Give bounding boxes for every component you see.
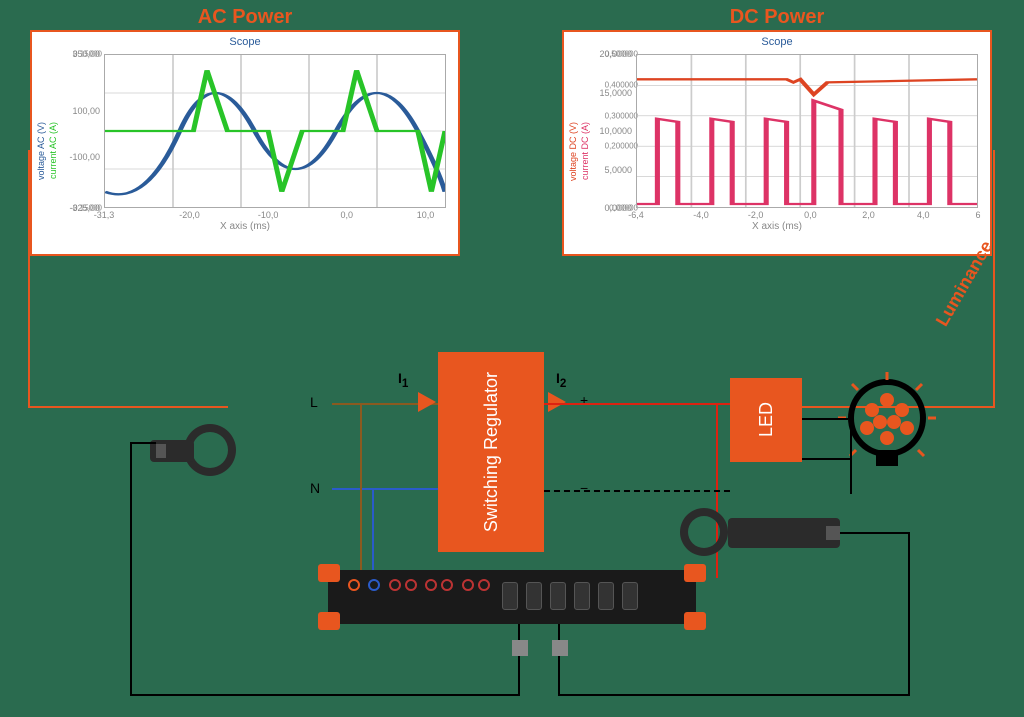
ac-scope: AC Power Scope voltage AC (V) current AC… xyxy=(30,30,460,256)
clamp1-lead-v xyxy=(130,442,156,444)
wire-n-down xyxy=(372,488,374,578)
wire-l-down xyxy=(360,403,362,578)
wire-dc-minus xyxy=(544,490,730,492)
ac-title: AC Power xyxy=(32,6,458,29)
ac-y2-label: current AC (A) xyxy=(48,122,58,179)
dc-y2-ticks: 0,00000 0,200000 0,300000 0,400000 0,500… xyxy=(604,54,638,208)
wire-led-minus xyxy=(802,458,852,460)
daq-device xyxy=(328,570,696,624)
label-l: L xyxy=(310,394,318,410)
clamp2-lead-b xyxy=(558,694,910,696)
dc-y2-label: current DC (A) xyxy=(580,122,590,180)
plug-cube-2 xyxy=(552,640,568,656)
wire-led-down xyxy=(850,418,852,494)
path-dc-to-circuit xyxy=(993,150,995,408)
dc-scope: DC Power Scope voltage DC (V) current DC… xyxy=(562,30,992,256)
ac-x-ticks: -31,3 -20,0 -10,0 0,0 10,0 xyxy=(104,210,446,220)
dc-y1-label: voltage DC (V) xyxy=(568,122,578,181)
wire-dc-plus xyxy=(544,403,730,405)
label-n: N xyxy=(310,480,320,496)
ac-plot xyxy=(104,54,446,208)
clamp2-lead-u xyxy=(558,656,560,696)
path-ac-to-circuit-h xyxy=(28,406,228,408)
dc-plot xyxy=(636,54,978,208)
led-block: LED xyxy=(730,378,802,462)
current-clamp-1 xyxy=(150,414,260,494)
ac-y2-ticks: -0.15000 0.15000 xyxy=(88,54,102,208)
label-i1: I1 xyxy=(398,370,408,390)
label-i2: I2 xyxy=(556,370,566,390)
dc-x-ticks: -6,4 -4,0 -2,0 0,0 2,0 4,0 6 xyxy=(636,210,978,220)
ac-x-label: X axis (ms) xyxy=(32,221,458,232)
current-clamp-2 xyxy=(676,500,846,570)
dc-title: DC Power xyxy=(564,6,990,29)
wire-led-plus xyxy=(802,418,848,420)
arrow-i2 xyxy=(548,392,566,412)
label-plus: + xyxy=(580,392,588,408)
clamp1-lead-u xyxy=(518,656,520,696)
switching-regulator-block: Switching Regulator xyxy=(438,352,544,552)
clamp1-lead-h xyxy=(130,442,132,696)
clamp2-lead-h xyxy=(840,532,910,534)
ac-scope-label: Scope xyxy=(32,32,458,48)
dc-x-label: X axis (ms) xyxy=(564,221,990,232)
label-minus: − xyxy=(580,480,588,496)
led-bulb-icon xyxy=(832,370,942,480)
ac-y1-label: voltage AC (V) xyxy=(36,122,46,180)
path-ac-to-circuit xyxy=(28,150,30,408)
arrow-i1 xyxy=(418,392,436,412)
wire-n xyxy=(332,488,438,490)
clamp2-lead-v xyxy=(908,532,910,696)
clamp1-lead-b xyxy=(130,694,520,696)
plug-cube-1 xyxy=(512,640,528,656)
dc-scope-label: Scope xyxy=(564,32,990,48)
